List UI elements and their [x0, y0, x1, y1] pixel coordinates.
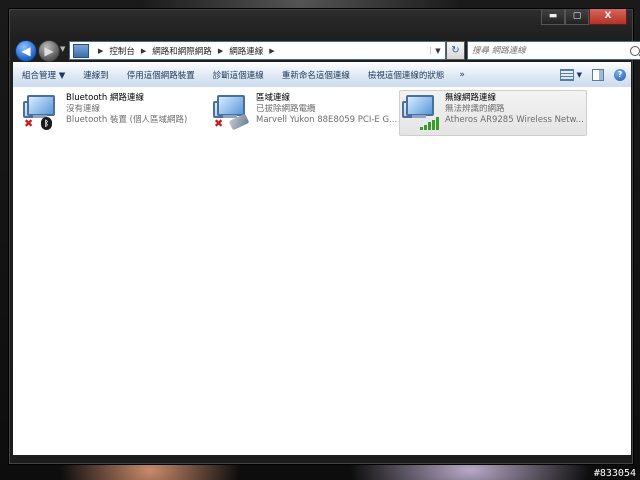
preview-pane-icon[interactable] [592, 69, 604, 81]
ethernet-network-icon: ✖ [213, 93, 253, 131]
connection-item-local-area[interactable]: ✖ 區域連線 已拔除網路電纜 Marvell Yukon 88E8059 PCI… [211, 91, 400, 135]
view-status-button[interactable]: 檢視這個連線的狀態 [359, 69, 454, 81]
refresh-button[interactable]: ↻ [446, 41, 465, 60]
chevron-right-icon[interactable]: ▶ [98, 47, 103, 55]
disable-device-button[interactable]: 停用這個網路裝置 [118, 69, 204, 81]
bluetooth-network-icon: ✖ ᛒ [23, 93, 63, 131]
breadcrumb-network-connections[interactable]: 網路連線 [229, 45, 263, 57]
connection-status: 沒有連線 [66, 104, 101, 114]
change-view-icon[interactable] [559, 69, 574, 81]
navigation-row: ◀ ▶ ▼ ▶ 控制台 ▶ 網路和網際網路 ▶ 網路連線 ▶ ▼ ↻ [13, 40, 640, 62]
connection-device: Atheros AR9285 Wireless Netw... [445, 115, 584, 125]
back-button[interactable]: ◀ [15, 40, 37, 62]
forward-button[interactable]: ▶ [38, 40, 60, 62]
caption-buttons: ▬ ▢ X [541, 9, 627, 27]
connection-name: 區域連線 [256, 93, 291, 103]
connection-item-bluetooth[interactable]: ✖ ᛒ Bluetooth 網路連線 沒有連線 Bluetooth 裝置 (個人… [21, 91, 210, 135]
search-icon[interactable] [630, 45, 640, 56]
connection-name: Bluetooth 網路連線 [66, 93, 144, 103]
recent-pages-dropdown[interactable]: ▼ [60, 45, 65, 53]
address-dropdown[interactable]: ▼ [430, 46, 445, 55]
more-commands-button[interactable]: » [453, 70, 471, 80]
close-button[interactable]: X [589, 9, 627, 25]
connection-status: 無法辨識的網路 [445, 104, 505, 114]
command-bar-right: ▼ ? [559, 69, 631, 81]
control-panel-icon [73, 43, 89, 58]
minimize-button[interactable]: ▬ [541, 9, 565, 25]
maximize-button[interactable]: ▢ [565, 9, 589, 25]
bluetooth-icon: ᛒ [41, 117, 52, 130]
connection-device: Marvell Yukon 88E8059 PCI-E G... [256, 115, 398, 125]
view-dropdown-arrow[interactable]: ▼ [577, 71, 582, 79]
search-box[interactable] [467, 41, 640, 60]
organize-menu[interactable]: 組合管理 ▼ [13, 69, 74, 81]
disconnected-x-icon: ✖ [214, 117, 224, 130]
connection-device: Bluetooth 裝置 (個人區域網路) [66, 115, 188, 125]
breadcrumb-control-panel[interactable]: 控制台 [109, 45, 135, 57]
breadcrumb-network-internet[interactable]: 網路和網際網路 [152, 45, 212, 57]
signal-bars-icon [420, 117, 439, 130]
rename-button[interactable]: 重新命名這個連線 [273, 69, 359, 81]
diagnose-button[interactable]: 診斷這個連線 [204, 69, 273, 81]
connect-to-button[interactable]: 連線到 [74, 69, 118, 81]
disconnected-x-icon: ✖ [24, 117, 34, 130]
chevron-right-icon[interactable]: ▶ [141, 47, 146, 55]
connection-status: 已拔除網路電纜 [256, 104, 316, 114]
watermark-text: #833054 [593, 468, 636, 479]
chevron-right-icon[interactable]: ▶ [269, 47, 274, 55]
chevron-right-icon[interactable]: ▶ [218, 47, 223, 55]
address-bar[interactable]: ▶ 控制台 ▶ 網路和網際網路 ▶ 網路連線 ▶ ▼ [69, 41, 446, 60]
help-icon[interactable]: ? [614, 69, 626, 81]
connections-list: ✖ ᛒ Bluetooth 網路連線 沒有連線 Bluetooth 裝置 (個人… [13, 87, 631, 455]
command-bar: 組合管理 ▼ 連線到 停用這個網路裝置 診斷這個連線 重新命名這個連線 檢視這個… [13, 62, 631, 88]
connection-item-wireless[interactable]: 無線網路連線 無法辨識的網路 Atheros AR9285 Wireless N… [399, 90, 587, 136]
wireless-network-icon [402, 93, 442, 131]
connection-name: 無線網路連線 [445, 93, 497, 103]
search-input[interactable] [468, 44, 624, 57]
